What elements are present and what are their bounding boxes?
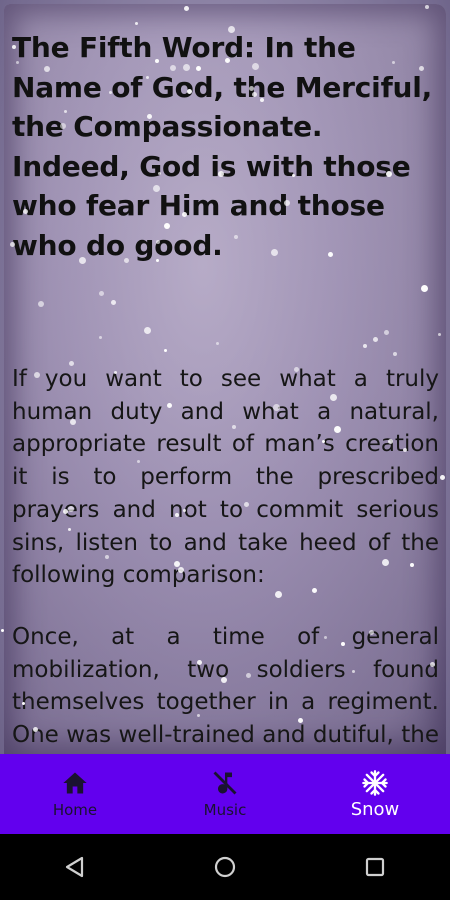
home-icon bbox=[63, 772, 87, 794]
nav-item-home[interactable]: Home bbox=[0, 754, 150, 834]
system-home-button[interactable] bbox=[205, 847, 245, 887]
home-circle-icon bbox=[214, 856, 236, 878]
system-recents-button[interactable] bbox=[355, 847, 395, 887]
snowflake-icon bbox=[362, 769, 388, 796]
nav-item-snow[interactable]: Snow bbox=[300, 754, 450, 834]
system-navigation-bar bbox=[0, 834, 450, 900]
article-paragraph: Once, at a time of general mobilization,… bbox=[12, 623, 439, 749]
nav-label-music: Music bbox=[203, 801, 247, 819]
music-off-icon bbox=[213, 771, 237, 795]
recents-icon bbox=[365, 857, 385, 877]
article-content[interactable]: The Fifth Word: In the Name of God, the … bbox=[12, 28, 439, 754]
back-icon bbox=[65, 856, 84, 878]
article-title: The Fifth Word: In the Name of God, the … bbox=[12, 31, 433, 262]
system-back-button[interactable] bbox=[55, 847, 95, 887]
bottom-navigation: Home Music Snow bbox=[0, 754, 450, 834]
nav-label-snow: Snow bbox=[350, 798, 400, 820]
article-paragraph: If you want to see what a truly human du… bbox=[12, 366, 439, 589]
nav-label-home: Home bbox=[52, 801, 98, 819]
nav-item-music[interactable]: Music bbox=[150, 754, 300, 834]
